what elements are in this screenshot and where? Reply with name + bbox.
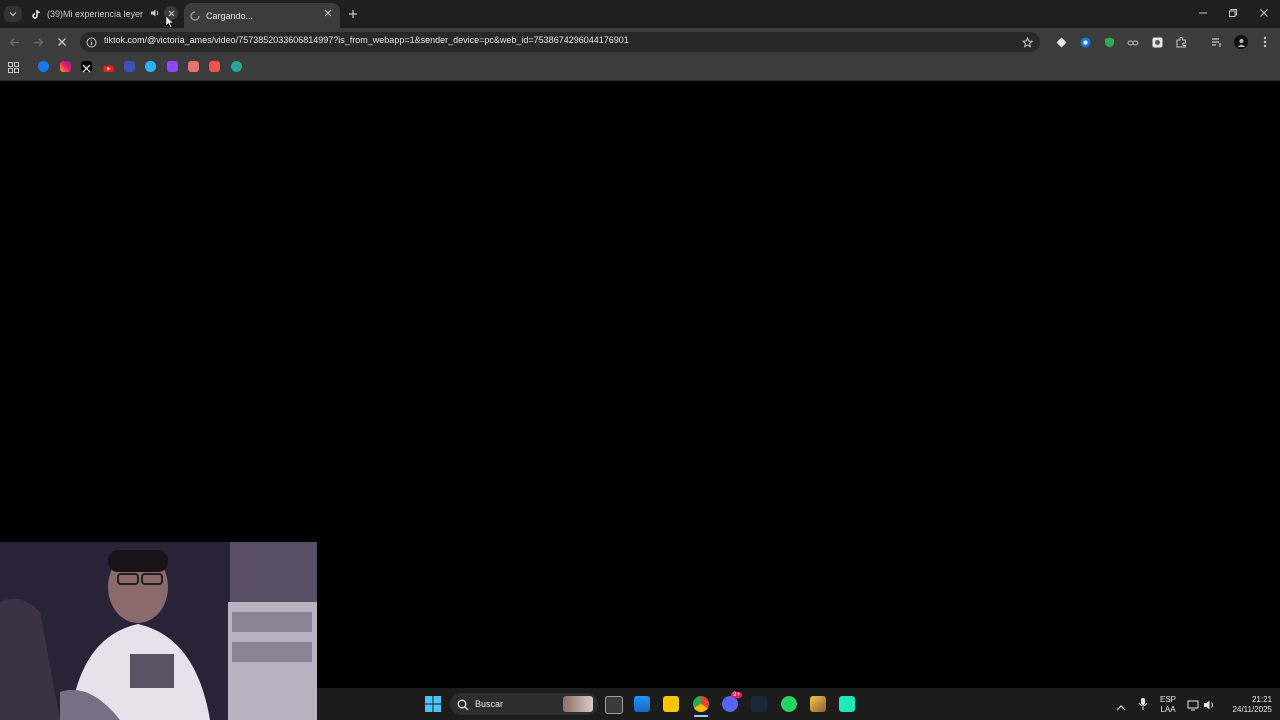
site-info-icon[interactable] <box>84 35 98 49</box>
restore-button[interactable] <box>1224 6 1242 20</box>
chevron-up-icon[interactable] <box>1116 699 1126 717</box>
stop-loading-button[interactable] <box>54 34 70 50</box>
app-icon[interactable] <box>145 61 156 72</box>
discord-badge: 9+ <box>731 692 742 698</box>
url-text[interactable]: tiktok.com/@victoria_ames/video/75738520… <box>104 35 629 45</box>
clock-time: 21:21 <box>1251 695 1272 704</box>
task-view-icon[interactable] <box>605 696 623 714</box>
pinned-app2-icon[interactable] <box>839 696 855 712</box>
bookmark-star-icon[interactable] <box>1020 35 1034 49</box>
back-button[interactable] <box>6 34 22 50</box>
chrome-icon[interactable] <box>693 696 709 712</box>
microsoft-store-icon[interactable] <box>634 696 650 712</box>
tiktok-icon <box>32 9 41 19</box>
reading-list-icon[interactable] <box>1210 36 1222 48</box>
extension-3-icon[interactable] <box>1103 36 1115 48</box>
new-tab-button[interactable] <box>346 7 360 21</box>
profile-avatar[interactable] <box>1234 35 1248 49</box>
microphone-icon[interactable] <box>1138 697 1148 716</box>
network-icon[interactable] <box>1187 698 1199 716</box>
x-icon[interactable] <box>81 61 92 73</box>
youtube-icon[interactable] <box>103 61 114 72</box>
webcam-person-image <box>0 542 317 720</box>
roblox-icon[interactable] <box>124 61 135 72</box>
search-highlight-image <box>563 696 593 712</box>
app3-icon[interactable] <box>209 61 220 72</box>
speaker-icon[interactable] <box>150 8 160 20</box>
search-label: Buscar <box>475 699 504 709</box>
forward-button[interactable] <box>30 34 46 50</box>
extensions-puzzle-icon[interactable] <box>1175 36 1187 48</box>
chrome-active-indicator <box>694 715 708 717</box>
close-window-button[interactable] <box>1255 6 1273 20</box>
extension-5-icon[interactable] <box>1151 36 1163 48</box>
instagram-icon[interactable] <box>60 61 71 72</box>
app2-icon[interactable] <box>188 61 199 72</box>
twitch-icon[interactable] <box>167 61 178 72</box>
steam-icon[interactable] <box>751 696 767 712</box>
facebook-icon[interactable] <box>38 61 49 72</box>
extension-2-icon[interactable] <box>1079 36 1091 48</box>
tab-title: Cargando... <box>206 10 254 21</box>
extension-1-icon[interactable] <box>1055 36 1067 48</box>
tab-title: (39)Mi experiencia leyendo <box>47 9 143 19</box>
clock[interactable]: 21:21 24/11/2025 <box>1222 695 1272 715</box>
app4-icon[interactable] <box>231 61 242 72</box>
clock-date: 24/11/2025 <box>1232 705 1272 714</box>
minimize-button[interactable] <box>1194 6 1212 20</box>
webcam-overlay <box>0 542 317 720</box>
search-icon <box>457 698 469 716</box>
loading-spinner-icon <box>190 10 200 21</box>
discord-icon[interactable] <box>722 696 738 712</box>
tab-close-icon[interactable] <box>324 9 332 19</box>
keyboard-layout: LAA <box>1160 705 1176 714</box>
whatsapp-icon[interactable] <box>781 696 797 712</box>
language-code: ESP <box>1159 695 1176 704</box>
tab-search-chevron-icon[interactable] <box>4 6 22 22</box>
start-windows-icon[interactable] <box>425 696 441 712</box>
extension-4-icon[interactable] <box>1127 36 1139 48</box>
language-indicator[interactable]: ESP LAA <box>1158 695 1178 715</box>
tab-loading[interactable]: Cargando... <box>184 3 340 28</box>
tab-tiktok-video[interactable]: (39)Mi experiencia leyendo <box>26 3 180 25</box>
file-explorer-icon[interactable] <box>663 696 679 712</box>
menu-kebab-icon[interactable] <box>1258 35 1272 49</box>
volume-icon[interactable] <box>1203 698 1215 716</box>
pinned-app-icon[interactable] <box>810 696 826 712</box>
apps-grid-icon[interactable] <box>7 61 19 73</box>
